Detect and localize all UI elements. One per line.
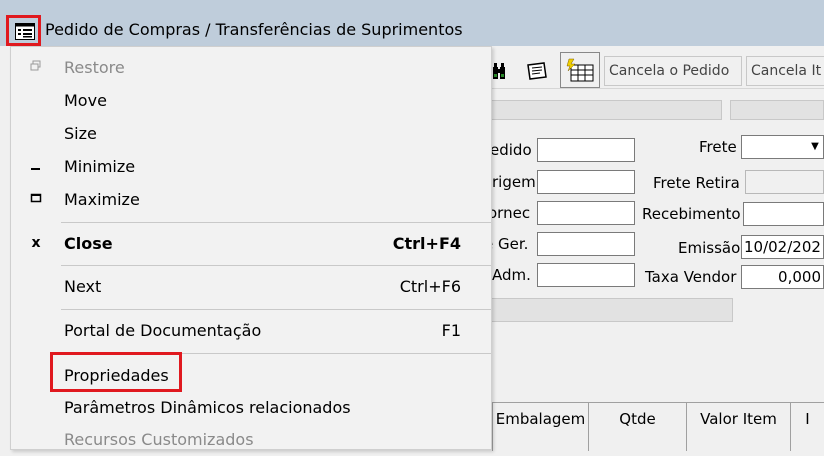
status-strip: [480, 298, 733, 322]
restore-icon: [29, 60, 43, 74]
menu-item-move[interactable]: Move: [11, 85, 491, 117]
system-menu: Restore Move Size Minimize Maximize x Cl…: [10, 46, 492, 450]
propriedades-highlight-box: [50, 352, 182, 392]
emissao-input[interactable]: 10/02/202: [741, 235, 824, 259]
menu-item-portal-documentacao[interactable]: Portal de Documentação F1: [11, 315, 491, 347]
recebimento-label: Recebimento: [642, 205, 741, 223]
menu-item-recursos-customizados[interactable]: Recursos Customizados: [11, 424, 491, 456]
system-menu-icon[interactable]: [15, 23, 35, 40]
menu-separator: [61, 265, 491, 266]
origem-input[interactable]: [537, 170, 635, 194]
emissao-label: Emissão: [678, 239, 741, 257]
grid-header-valor-item[interactable]: Valor Item: [686, 403, 790, 451]
maximize-icon: [29, 192, 43, 206]
info-strip-left: [480, 100, 722, 120]
adm-label: Adm.: [492, 266, 531, 284]
menu-item-size[interactable]: Size: [11, 118, 491, 150]
items-grid-header: Embalagem Qtde Valor Item I: [480, 402, 824, 451]
frete-retira-input[interactable]: [745, 170, 824, 194]
grid-header-qtde[interactable]: Qtde: [588, 403, 686, 451]
frete-combo[interactable]: ▼: [741, 135, 824, 159]
menu-item-close[interactable]: x Close Ctrl+F4: [11, 228, 491, 260]
ger-input[interactable]: [537, 232, 635, 256]
frete-label: Frete: [699, 138, 737, 156]
menu-item-maximize[interactable]: Maximize: [11, 184, 491, 216]
spreadsheet-lightning-icon: [566, 58, 594, 82]
menu-item-next[interactable]: Next Ctrl+F6: [11, 271, 491, 303]
menu-item-parametros-dinamicos[interactable]: Parâmetros Dinâmicos relacionados: [11, 392, 491, 424]
recebimento-input[interactable]: [743, 202, 824, 226]
cancel-order-button[interactable]: Cancela o Pedido: [604, 56, 742, 86]
fornec-label: ornec: [488, 204, 531, 222]
menu-item-restore[interactable]: Restore: [11, 52, 491, 84]
menu-item-minimize[interactable]: Minimize: [11, 151, 491, 183]
chevron-down-icon[interactable]: ▼: [807, 136, 823, 158]
fornec-input[interactable]: [537, 201, 635, 225]
minimize-icon: [29, 159, 43, 173]
pedido-label: edido: [490, 141, 532, 159]
toolbar: Cancela o Pedido Cancela It: [480, 46, 824, 89]
close-icon: x: [31, 235, 41, 251]
window-title: Pedido de Compras / Transferências de Su…: [45, 20, 463, 39]
portal-shortcut: F1: [441, 321, 461, 340]
close-shortcut: Ctrl+F4: [392, 234, 461, 253]
menu-separator: [61, 222, 491, 223]
notepad-icon[interactable]: [522, 57, 552, 85]
cancel-item-button[interactable]: Cancela It: [746, 56, 824, 86]
pedido-input[interactable]: [537, 138, 635, 162]
adm-input[interactable]: [537, 263, 635, 287]
grid-header-embalagem[interactable]: Embalagem: [492, 403, 588, 451]
taxa-vendor-input[interactable]: 0,000: [741, 265, 824, 289]
taxa-vendor-label: Taxa Vendor: [645, 268, 737, 286]
system-menu-highlight-box: [6, 15, 41, 46]
grid-action-button[interactable]: [560, 52, 600, 88]
next-shortcut: Ctrl+F6: [399, 277, 461, 296]
grid-header-next[interactable]: I: [790, 403, 824, 451]
menu-separator: [61, 309, 491, 310]
origem-label: rigem: [492, 173, 536, 191]
info-strip-right: [730, 100, 824, 120]
title-bar: Pedido de Compras / Transferências de Su…: [0, 0, 824, 46]
frete-retira-label: Frete Retira: [653, 174, 740, 192]
